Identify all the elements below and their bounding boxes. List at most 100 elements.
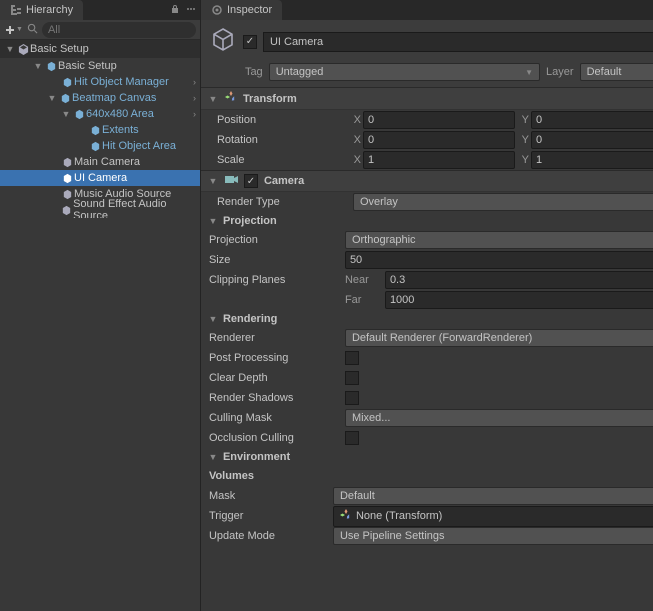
tree-label: Basic Setup xyxy=(58,60,117,72)
camera-component-header[interactable]: Camera ? xyxy=(201,170,653,192)
rotation-x-field[interactable] xyxy=(363,131,515,149)
near-field[interactable] xyxy=(385,271,653,289)
expand-arrow-icon[interactable] xyxy=(207,314,219,324)
postprocessing-checkbox[interactable] xyxy=(345,351,359,365)
search-icon xyxy=(27,23,38,37)
axis-x-label: X xyxy=(351,114,361,126)
render-type-dropdown[interactable]: Overlay▼ xyxy=(353,193,653,211)
expand-arrow-icon[interactable] xyxy=(60,109,72,119)
tree-row-basic-setup[interactable]: Basic Setup xyxy=(0,58,200,74)
transform-component-header[interactable]: Transform ? xyxy=(201,87,653,110)
expand-arrow-icon[interactable] xyxy=(207,94,219,104)
size-field[interactable] xyxy=(345,251,653,269)
transform-icon xyxy=(225,91,237,106)
chevron-right-icon: › xyxy=(189,93,196,103)
far-field[interactable] xyxy=(385,291,653,309)
expand-arrow-icon[interactable] xyxy=(207,176,219,186)
gameobject-icon xyxy=(60,205,73,216)
axis-y-label: Y xyxy=(519,114,529,126)
clipping-near-property: Clipping Planes Near xyxy=(201,270,653,290)
tree-row-640x480[interactable]: 640x480 Area › xyxy=(0,106,200,122)
scale-property: Scale X Y Z xyxy=(201,150,653,170)
layer-dropdown[interactable]: Default▼ xyxy=(580,63,653,81)
hierarchy-tree: Basic Setup Basic Setup Hit Object Manag… xyxy=(0,40,200,218)
size-property: Size xyxy=(201,250,653,270)
tree-row-extents[interactable]: Extents xyxy=(0,122,200,138)
cullingmask-property: Culling Mask Mixed...▼ xyxy=(201,408,653,428)
tree-label: Extents xyxy=(102,124,139,136)
context-menu-icon[interactable] xyxy=(186,4,196,17)
prefab-icon xyxy=(58,93,72,104)
environment-header[interactable]: Environment xyxy=(201,448,653,466)
prefab-icon xyxy=(60,77,74,88)
mask-dropdown[interactable]: Default▼ xyxy=(333,487,653,505)
search-input[interactable] xyxy=(42,22,196,38)
scale-y-field[interactable] xyxy=(531,151,653,169)
prefab-icon xyxy=(88,125,102,136)
expand-arrow-icon[interactable] xyxy=(207,452,219,462)
renderer-dropdown[interactable]: Default Renderer (ForwardRenderer)▼ xyxy=(345,329,653,347)
gameobject-name-field[interactable] xyxy=(263,32,653,52)
hierarchy-tab[interactable]: Hierarchy xyxy=(0,0,83,20)
inspector-tab-label: Inspector xyxy=(227,4,272,16)
rendering-header[interactable]: Rendering xyxy=(201,310,653,328)
camera-enabled-checkbox[interactable] xyxy=(244,174,258,188)
gameobject-icon xyxy=(60,157,74,168)
scene-row[interactable]: Basic Setup xyxy=(0,40,200,58)
expand-arrow-icon[interactable] xyxy=(207,216,219,226)
projection-property: Projection Orthographic▼ xyxy=(201,230,653,250)
hierarchy-tab-label: Hierarchy xyxy=(26,4,73,16)
updatemode-dropdown[interactable]: Use Pipeline Settings▼ xyxy=(333,527,653,545)
prefab-icon xyxy=(88,141,102,152)
tree-row-beatmap[interactable]: Beatmap Canvas › xyxy=(0,90,200,106)
tree-row-hitobjarea[interactable]: Hit Object Area xyxy=(0,138,200,154)
transform-icon xyxy=(340,509,352,524)
inspector-tab[interactable]: Inspector xyxy=(201,0,282,20)
chevron-down-icon: ▼ xyxy=(525,68,533,77)
inspector-panel: Inspector Static ▼ Tag Untagged▼ Layer D… xyxy=(201,0,653,611)
far-label: Far xyxy=(345,294,379,306)
rotation-label: Rotation xyxy=(217,134,347,146)
gameobject-icon xyxy=(60,189,74,200)
mask-property: Mask Default▼ xyxy=(201,486,653,506)
camera-icon xyxy=(225,174,238,188)
expand-arrow-icon[interactable] xyxy=(46,93,58,103)
tree-label: Main Camera xyxy=(74,156,140,168)
lock-icon[interactable] xyxy=(170,4,180,17)
trigger-field[interactable]: None (Transform) xyxy=(333,506,653,527)
chevron-right-icon: › xyxy=(189,77,196,87)
inspector-icon xyxy=(211,4,223,16)
render-type-property: Render Type Overlay▼ xyxy=(201,192,653,212)
tag-dropdown[interactable]: Untagged▼ xyxy=(269,63,540,81)
expand-arrow-icon[interactable] xyxy=(32,61,44,71)
tree-row-maincam[interactable]: Main Camera xyxy=(0,154,200,170)
position-x-field[interactable] xyxy=(363,111,515,129)
tree-row-hit-obj-mgr[interactable]: Hit Object Manager › xyxy=(0,74,200,90)
scale-x-field[interactable] xyxy=(363,151,515,169)
occlusion-property: Occlusion Culling xyxy=(201,428,653,448)
expand-arrow-icon[interactable] xyxy=(4,44,16,54)
scene-label: Basic Setup xyxy=(30,43,89,55)
active-checkbox[interactable] xyxy=(243,35,257,49)
prefab-icon xyxy=(72,109,86,120)
render-type-label: Render Type xyxy=(217,196,347,208)
tag-label: Tag xyxy=(245,66,263,78)
rendershadows-property: Render Shadows xyxy=(201,388,653,408)
cullingmask-dropdown[interactable]: Mixed...▼ xyxy=(345,409,653,427)
occlusion-checkbox[interactable] xyxy=(345,431,359,445)
projection-dropdown[interactable]: Orthographic▼ xyxy=(345,231,653,249)
tree-row-sfxaudio[interactable]: Sound Effect Audio Source xyxy=(0,202,200,218)
cleardepth-checkbox[interactable] xyxy=(345,371,359,385)
gameobject-header: Static ▼ xyxy=(201,20,653,63)
position-y-field[interactable] xyxy=(531,111,653,129)
projection-header[interactable]: Projection xyxy=(201,212,653,230)
renderer-property: Renderer Default Renderer (ForwardRender… xyxy=(201,328,653,348)
trigger-property: Trigger None (Transform) xyxy=(201,506,653,526)
tree-row-uicam[interactable]: UI Camera xyxy=(0,170,200,186)
rotation-y-field[interactable] xyxy=(531,131,653,149)
rotation-property: Rotation X Y Z xyxy=(201,130,653,150)
gameobject-icon[interactable] xyxy=(209,26,237,57)
updatemode-property: Update Mode Use Pipeline Settings▼ xyxy=(201,526,653,546)
create-button[interactable]: ▼ xyxy=(4,24,23,36)
rendershadows-checkbox[interactable] xyxy=(345,391,359,405)
